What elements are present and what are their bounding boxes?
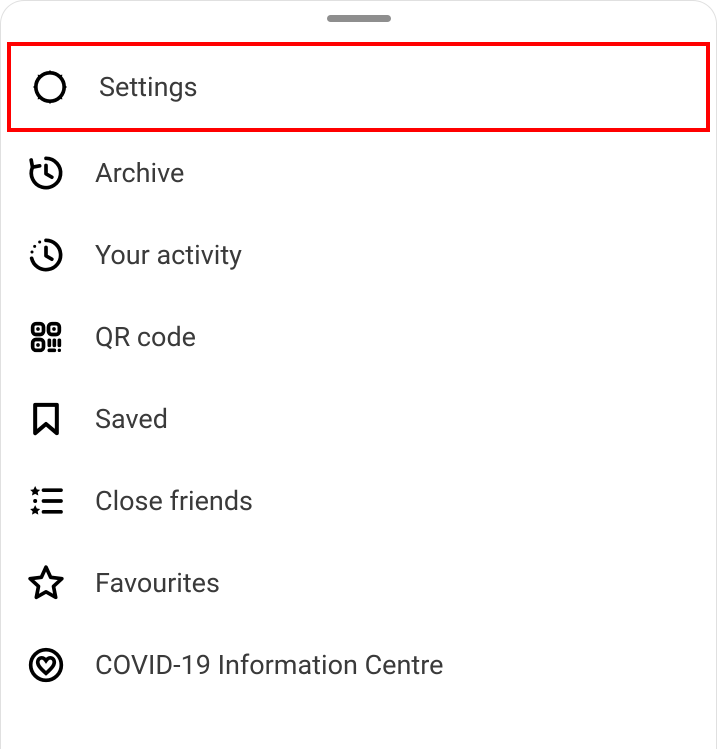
gear-icon <box>29 66 71 108</box>
highlight-settings: Settings <box>7 42 710 132</box>
menu-label: Archive <box>95 157 184 189</box>
menu-item-qrcode[interactable]: QR code <box>7 296 710 378</box>
menu-item-saved[interactable]: Saved <box>7 378 710 460</box>
menu-label: Saved <box>95 403 168 435</box>
star-icon <box>25 562 67 604</box>
bottom-sheet: Settings Archive <box>0 0 717 749</box>
close-friends-icon <box>25 480 67 522</box>
bookmark-icon <box>25 398 67 440</box>
menu-item-archive[interactable]: Archive <box>7 132 710 214</box>
menu-label: COVID-19 Information Centre <box>95 649 443 681</box>
menu-label: Settings <box>99 71 198 103</box>
menu-label: Favourites <box>95 567 220 599</box>
qrcode-icon <box>25 316 67 358</box>
menu-item-favourites[interactable]: Favourites <box>7 542 710 624</box>
activity-icon <box>25 234 67 276</box>
menu-label: QR code <box>95 321 196 353</box>
archive-icon <box>25 152 67 194</box>
menu-label: Close friends <box>95 485 253 517</box>
menu-item-covid-info[interactable]: COVID-19 Information Centre <box>7 624 710 706</box>
menu-list: Archive Your activity <box>1 132 716 706</box>
heart-circle-icon <box>25 644 67 686</box>
menu-label: Your activity <box>95 239 242 271</box>
menu-item-settings[interactable]: Settings <box>11 46 706 128</box>
menu-item-activity[interactable]: Your activity <box>7 214 710 296</box>
drag-handle[interactable] <box>327 15 391 22</box>
menu-item-close-friends[interactable]: Close friends <box>7 460 710 542</box>
